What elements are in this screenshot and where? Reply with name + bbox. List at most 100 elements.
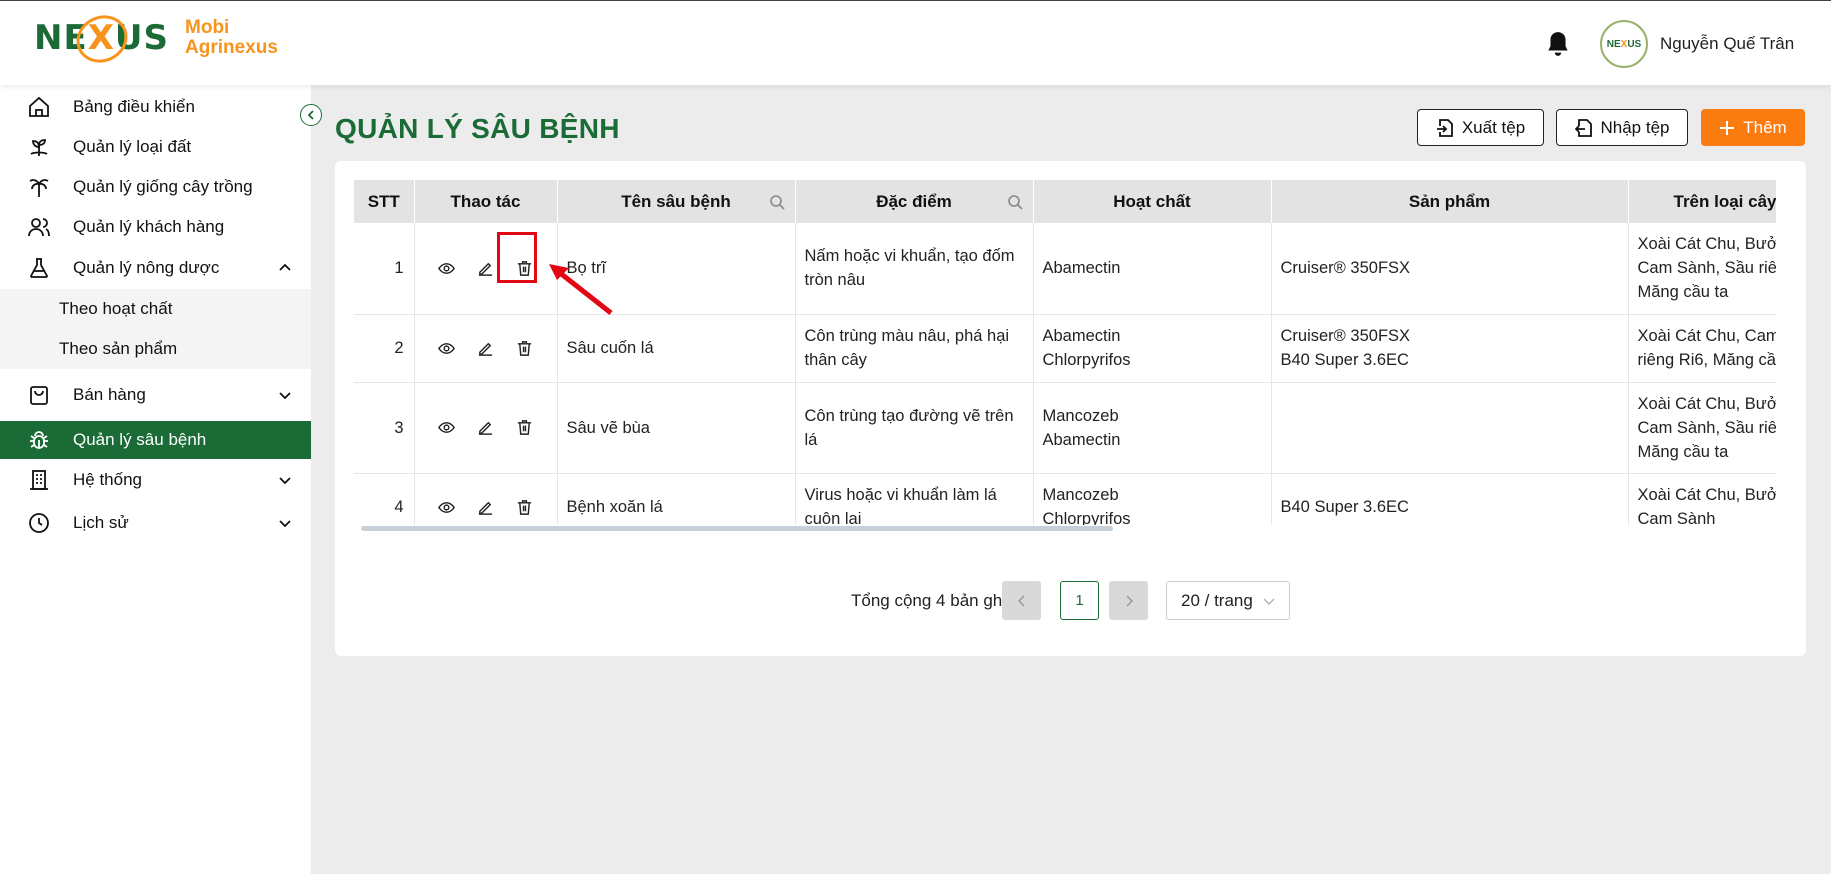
eye-icon[interactable] — [438, 340, 455, 357]
red-arrow-icon — [549, 264, 613, 315]
cell-product: Cruiser® 350FSX — [1271, 223, 1629, 315]
pest-table: STT Thao tác Tên sâu bệnh Đặc điểm Hoạt … — [354, 180, 1776, 525]
app-logo[interactable]: NEXUS Mobi Agrinexus — [34, 7, 278, 71]
page-size-select[interactable]: 20 / trang — [1166, 581, 1290, 620]
chevron-left-icon — [307, 110, 314, 120]
chevron-down-icon — [1263, 598, 1275, 605]
col-header-name: Tên sâu bệnh — [557, 180, 796, 223]
sidebar-item-pests[interactable]: Quản lý sâu bệnh — [0, 421, 311, 459]
export-button[interactable]: Xuất tệp — [1417, 109, 1544, 146]
cell-crop: Xoài Cát Chu, Bưở Cam Sành, Sầu riê Măng c… — [1628, 382, 1776, 474]
page-title: QUẢN LÝ SÂU BỆNH — [335, 113, 620, 144]
horizontal-scrollbar[interactable] — [361, 526, 1113, 531]
pagination-prev-button[interactable] — [1002, 581, 1041, 620]
col-header-crop: Trên loại cây tr — [1628, 180, 1776, 223]
table-row: 3 Sâu vẽ bùa Côn trùng tạo đường vẽ trên… — [354, 382, 1776, 474]
cell-ingredient: Mancozeb Abamectin — [1033, 382, 1272, 474]
sidebar-subitem-by-product[interactable]: Theo sản phẩm — [0, 329, 311, 369]
edit-icon[interactable] — [477, 419, 494, 436]
sidebar-item-label: Quản lý loại đất — [73, 137, 192, 156]
add-button[interactable]: Thêm — [1701, 109, 1805, 146]
users-icon — [26, 214, 52, 240]
chevron-up-icon — [279, 263, 291, 271]
clock-icon — [26, 510, 52, 536]
cell-crop: Xoài Cát Chu, Cam riêng Ri6, Măng cầ — [1628, 314, 1776, 383]
sidebar-item-label: Bán hàng — [73, 385, 146, 404]
sidebar-collapse-button[interactable] — [300, 104, 322, 126]
cell-product — [1271, 382, 1629, 474]
cell-actions — [414, 314, 558, 383]
sidebar-item-crop-variety[interactable]: Quản lý giống cây trồng — [0, 167, 311, 207]
edit-icon[interactable] — [477, 499, 494, 516]
sidebar-item-customers[interactable]: Quản lý khách hàng — [0, 207, 311, 247]
sidebar-item-pesticides[interactable]: Quản lý nông dược — [0, 248, 311, 288]
sidebar-item-label: Quản lý nông dược — [73, 258, 220, 277]
import-button[interactable]: Nhập tệp — [1556, 109, 1688, 146]
sidebar-item-label: Lịch sử — [73, 513, 129, 532]
pagination-total: Tổng cộng 4 bản ghi — [851, 591, 1007, 610]
sidebar-item-dashboard[interactable]: Bảng điều khiển — [0, 87, 311, 127]
username[interactable]: Nguyễn Quế Trân — [1660, 34, 1794, 54]
chevron-down-icon — [279, 520, 291, 528]
app-root: NEXUS Mobi Agrinexus NE X US Nguyễn Quế Tr… — [0, 0, 1831, 874]
sidebar-item-label: Quản lý khách hàng — [73, 217, 225, 236]
col-header-ingredient: Hoạt chất — [1033, 180, 1272, 223]
cell-name: Sâu cuốn lá — [557, 314, 796, 383]
cell-stt: 4 — [354, 473, 415, 525]
pagination-next-button[interactable] — [1109, 581, 1148, 620]
cell-stt: 1 — [354, 223, 415, 315]
home-icon — [26, 94, 52, 120]
search-icon[interactable] — [1007, 194, 1023, 210]
col-header-product: Sản phẩm — [1271, 180, 1629, 223]
table-header-row: STT Thao tác Tên sâu bệnh Đặc điểm Hoạt … — [354, 180, 1776, 223]
pagination-page-button[interactable]: 1 — [1060, 581, 1099, 620]
cell-feature: Nấm hoặc vi khuẩn, tạo đốm tròn nâu — [795, 223, 1034, 315]
avatar[interactable]: NE X US — [1600, 20, 1648, 68]
logo-line2: Agrinexus — [185, 37, 278, 58]
cell-stt: 2 — [354, 314, 415, 383]
eye-icon[interactable] — [438, 260, 455, 277]
sidebar-item-system[interactable]: Hệ thống — [0, 460, 311, 500]
file-import-icon — [1574, 118, 1592, 137]
sidebar-item-sales[interactable]: Bán hàng — [0, 375, 311, 415]
trash-icon[interactable] — [516, 419, 533, 436]
trash-icon[interactable] — [516, 499, 533, 516]
cell-name: Sâu vẽ bùa — [557, 382, 796, 474]
bell-icon[interactable] — [1545, 30, 1571, 58]
sidebar-item-history[interactable]: Lịch sử — [0, 503, 311, 543]
col-header-feature: Đặc điểm — [795, 180, 1034, 223]
sidebar-subitem-by-ingredient[interactable]: Theo hoạt chất — [0, 289, 311, 329]
logo-text: Mobi Agrinexus — [185, 18, 278, 58]
file-export-icon — [1436, 118, 1453, 137]
cell-ingredient: Mancozeb Chlorpyrifos — [1033, 473, 1272, 525]
export-label: Xuất tệp — [1461, 117, 1526, 137]
sidebar-subitem-label: Theo sản phẩm — [59, 339, 178, 358]
edit-icon[interactable] — [477, 260, 494, 277]
search-icon[interactable] — [769, 194, 785, 210]
eye-icon[interactable] — [438, 499, 455, 516]
table-row: 4 Bệnh xoăn lá Virus hoặc vi khuẩn làm l… — [354, 473, 1776, 525]
trash-icon[interactable] — [516, 340, 533, 357]
cell-feature: Côn trùng tạo đường vẽ trên lá — [795, 382, 1034, 474]
flask-icon — [26, 255, 52, 281]
sidebar-item-label: Hệ thống — [73, 470, 142, 489]
cell-name: Bệnh xoăn lá — [557, 473, 796, 525]
main-content: QUẢN LÝ SÂU BỆNH Xuất tệp Nhập tệp Thêm — [311, 85, 1831, 874]
cell-ingredient: Abamectin — [1033, 223, 1272, 315]
cell-crop: Xoài Cát Chu, Bưở Cam Sành — [1628, 473, 1776, 525]
logo-mark: NEXUS — [34, 7, 169, 71]
logo-line1: Mobi — [185, 17, 230, 38]
add-label: Thêm — [1743, 117, 1787, 137]
col-header-stt: STT — [354, 180, 415, 223]
table-card: STT Thao tác Tên sâu bệnh Đặc điểm Hoạt … — [335, 161, 1806, 656]
building-icon — [26, 467, 52, 493]
sidebar-subitem-label: Theo hoạt chất — [59, 299, 173, 318]
logo-orbit — [68, 7, 136, 71]
table-row: 2 Sâu cuốn lá Côn trùng màu nâu, phá hại… — [354, 314, 1776, 383]
edit-icon[interactable] — [477, 340, 494, 357]
sidebar-item-soil[interactable]: Quản lý loại đất — [0, 127, 311, 167]
page-size-value: 20 / trang — [1181, 590, 1253, 610]
cell-product: Cruiser® 350FSX B40 Super 3.6EC — [1271, 314, 1629, 383]
bug-icon — [26, 427, 52, 453]
eye-icon[interactable] — [438, 419, 455, 436]
